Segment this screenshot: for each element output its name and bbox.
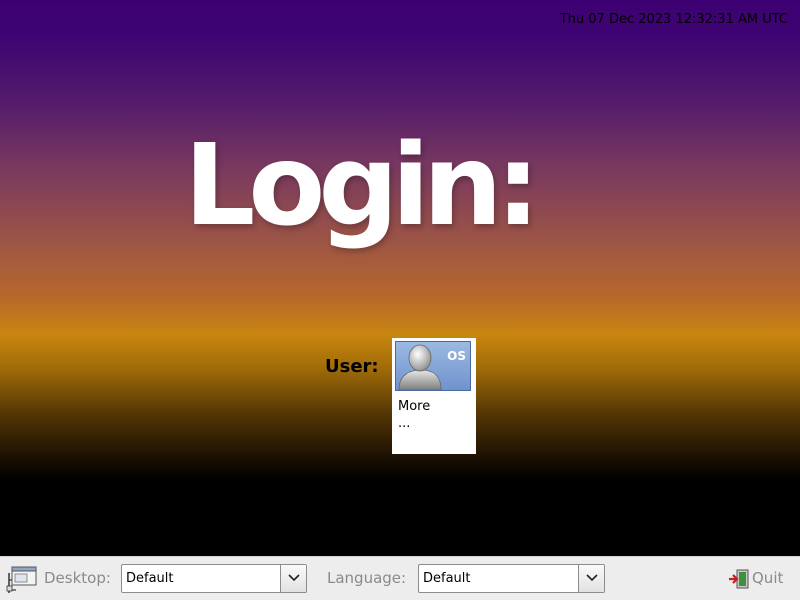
user-label: User:	[325, 356, 379, 377]
desktop-session-icon	[6, 563, 38, 599]
desktop-select-value: Default	[126, 571, 174, 586]
login-title: Login:	[184, 121, 540, 251]
user-card-more[interactable]: OS More ...	[392, 338, 476, 454]
user-avatar: OS	[395, 341, 471, 391]
language-select[interactable]: Default	[418, 564, 605, 593]
desktop-dropdown-button[interactable]	[280, 565, 306, 592]
os-badge: OS	[447, 349, 466, 363]
language-dropdown-button[interactable]	[578, 565, 604, 592]
quit-button[interactable]: Quit	[728, 568, 788, 590]
language-select-value: Default	[423, 571, 471, 586]
desktop-select[interactable]: Default	[121, 564, 307, 593]
quit-label: Quit	[752, 569, 784, 587]
chevron-down-icon	[288, 574, 300, 582]
desktop-label: Desktop:	[44, 569, 111, 587]
language-label: Language:	[327, 569, 407, 587]
user-name: More ...	[398, 399, 431, 431]
clock: Thu 07 Dec 2023 12:32:31 AM UTC	[559, 12, 788, 27]
bottom-bar: Desktop: Default Language: Default Quit	[0, 556, 800, 600]
login-screen: Thu 07 Dec 2023 12:32:31 AM UTC Login: U…	[0, 0, 800, 600]
exit-door-icon	[729, 569, 749, 589]
chevron-down-icon	[586, 574, 598, 582]
